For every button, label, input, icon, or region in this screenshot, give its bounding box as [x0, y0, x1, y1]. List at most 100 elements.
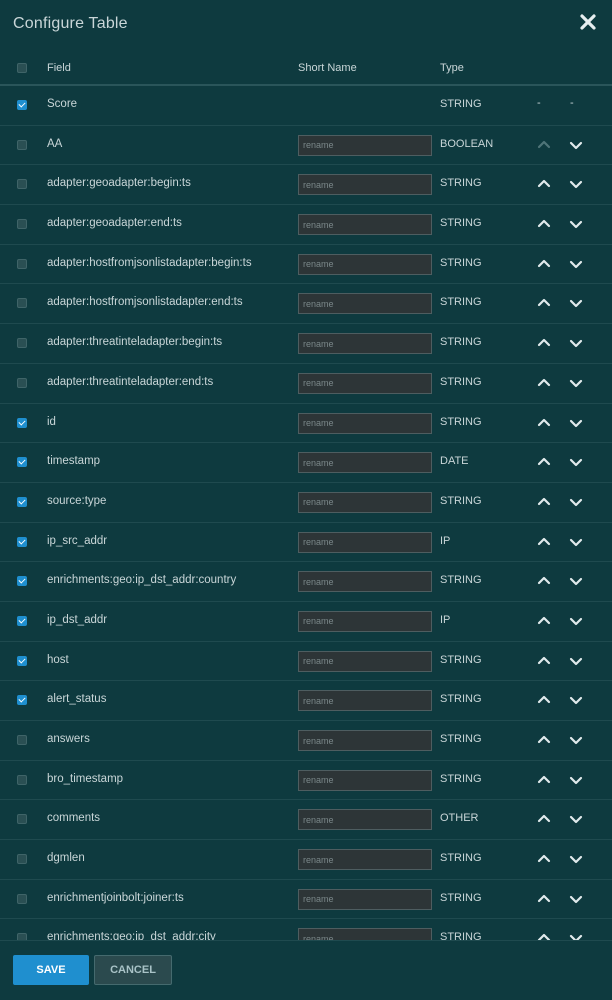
- chevron-down-icon[interactable]: [568, 613, 584, 629]
- field-list[interactable]: Score STRING - - AA BOOLEAN adapter:geoadapter…: [0, 86, 612, 940]
- chevron-down-icon[interactable]: [568, 930, 584, 940]
- chevron-down-icon[interactable]: [568, 256, 584, 272]
- short-name-input[interactable]: [298, 293, 432, 315]
- field-name: ip_src_addr: [47, 534, 108, 547]
- chevron-up-icon[interactable]: [536, 692, 552, 708]
- chevron-up-icon[interactable]: [536, 137, 552, 153]
- chevron-up-icon[interactable]: [536, 891, 552, 907]
- short-name-input[interactable]: [298, 888, 432, 910]
- short-name-input[interactable]: [298, 730, 432, 751]
- row-checkbox[interactable]: [17, 536, 27, 547]
- row-checkbox[interactable]: [17, 100, 27, 110]
- chevron-up-icon[interactable]: [536, 851, 552, 867]
- row-checkbox[interactable]: [17, 457, 27, 468]
- chevron-down-icon[interactable]: [568, 851, 584, 867]
- chevron-down-icon[interactable]: [568, 335, 584, 351]
- chevron-up-icon[interactable]: [536, 811, 552, 827]
- row-checkbox[interactable]: [17, 854, 27, 865]
- move-up-placeholder: -: [537, 97, 541, 109]
- row-checkbox[interactable]: [17, 655, 27, 666]
- short-name-input[interactable]: [298, 849, 432, 871]
- chevron-down-icon[interactable]: [568, 494, 584, 510]
- row-checkbox[interactable]: [17, 219, 27, 230]
- chevron-down-icon[interactable]: [568, 375, 584, 391]
- row-checkbox[interactable]: [17, 576, 27, 587]
- field-name: adapter:threatinteladapter:end:ts: [47, 375, 214, 388]
- chevron-down-icon[interactable]: [568, 653, 584, 669]
- short-name-input[interactable]: [298, 928, 432, 940]
- chevron-down-icon[interactable]: [568, 534, 584, 550]
- chevron-up-icon[interactable]: [536, 454, 552, 470]
- short-name-input[interactable]: [298, 452, 432, 474]
- cancel-button[interactable]: CANCEL: [94, 955, 172, 985]
- chevron-up-icon[interactable]: [536, 732, 552, 748]
- short-name-input[interactable]: [298, 134, 432, 156]
- short-name-input[interactable]: [298, 491, 432, 513]
- table-row: bro_timestamp STRING: [0, 761, 612, 801]
- chevron-down-icon[interactable]: [568, 216, 584, 232]
- row-checkbox[interactable]: [17, 496, 27, 507]
- save-button[interactable]: SAVE: [13, 955, 89, 985]
- row-checkbox[interactable]: [17, 615, 27, 626]
- table-row: id STRING: [0, 404, 612, 444]
- chevron-up-icon[interactable]: [536, 335, 552, 351]
- row-checkbox[interactable]: [17, 774, 27, 785]
- row-checkbox[interactable]: [17, 338, 27, 349]
- chevron-down-icon[interactable]: [568, 573, 584, 589]
- short-name-input[interactable]: [298, 769, 432, 791]
- field-name: adapter:threatinteladapter:begin:ts: [47, 336, 223, 349]
- chevron-down-icon[interactable]: [568, 176, 584, 192]
- chevron-down-icon[interactable]: [568, 732, 584, 748]
- short-name-input[interactable]: [298, 610, 432, 632]
- chevron-up-icon[interactable]: [536, 295, 552, 311]
- chevron-up-icon[interactable]: [536, 573, 552, 589]
- field-type: STRING: [440, 653, 482, 666]
- short-name-input[interactable]: [298, 253, 432, 275]
- close-icon[interactable]: [578, 12, 598, 32]
- chevron-down-icon[interactable]: [568, 295, 584, 311]
- short-name-input[interactable]: [298, 214, 432, 236]
- chevron-up-icon[interactable]: [536, 256, 552, 272]
- field-name: enrichments:geo:ip_dst_addr:city: [47, 931, 216, 940]
- chevron-down-icon[interactable]: [568, 454, 584, 470]
- chevron-up-icon[interactable]: [536, 653, 552, 669]
- short-name-input[interactable]: [298, 412, 432, 434]
- chevron-down-icon[interactable]: [568, 692, 584, 708]
- row-checkbox[interactable]: [17, 258, 27, 269]
- row-checkbox[interactable]: [17, 735, 27, 745]
- table-row: adapter:geoadapter:begin:ts STRING: [0, 165, 612, 206]
- table-row: dgmlen STRING: [0, 840, 612, 880]
- chevron-up-icon[interactable]: [536, 772, 552, 788]
- select-all-checkbox[interactable]: [17, 63, 27, 73]
- chevron-up-icon[interactable]: [536, 375, 552, 391]
- chevron-up-icon[interactable]: [536, 494, 552, 510]
- chevron-up-icon[interactable]: [536, 613, 552, 629]
- row-checkbox[interactable]: [17, 139, 27, 150]
- row-checkbox[interactable]: [17, 298, 27, 309]
- short-name-input[interactable]: [298, 690, 432, 712]
- short-name-input[interactable]: [298, 650, 432, 672]
- row-checkbox[interactable]: [17, 377, 27, 388]
- row-checkbox[interactable]: [17, 417, 27, 428]
- row-checkbox[interactable]: [17, 814, 27, 825]
- short-name-input[interactable]: [298, 531, 432, 553]
- chevron-up-icon[interactable]: [536, 930, 552, 940]
- row-checkbox[interactable]: [17, 179, 27, 190]
- chevron-up-icon[interactable]: [536, 534, 552, 550]
- chevron-down-icon[interactable]: [568, 415, 584, 431]
- short-name-input[interactable]: [298, 809, 432, 831]
- chevron-down-icon[interactable]: [568, 811, 584, 827]
- short-name-input[interactable]: [298, 333, 432, 355]
- chevron-up-icon[interactable]: [536, 415, 552, 431]
- row-checkbox[interactable]: [17, 893, 27, 904]
- chevron-up-icon[interactable]: [536, 176, 552, 192]
- table-row: adapter:hostfromjsonlistadapter:begin:ts…: [0, 245, 612, 285]
- chevron-down-icon[interactable]: [568, 891, 584, 907]
- row-checkbox[interactable]: [17, 695, 27, 706]
- chevron-down-icon[interactable]: [568, 772, 584, 788]
- short-name-input[interactable]: [298, 174, 432, 196]
- short-name-input[interactable]: [298, 372, 432, 394]
- short-name-input[interactable]: [298, 571, 432, 593]
- chevron-up-icon[interactable]: [536, 216, 552, 232]
- chevron-down-icon[interactable]: [568, 137, 584, 153]
